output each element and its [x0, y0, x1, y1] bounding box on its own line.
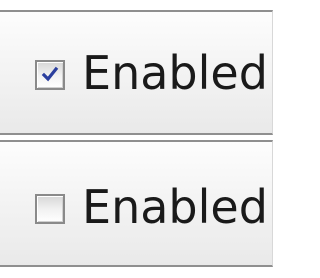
- checkbox-list: Enabled Enabled: [0, 0, 275, 278]
- checkbox-unchecked[interactable]: [35, 194, 65, 224]
- checkbox-checked[interactable]: [35, 60, 65, 90]
- enabled-label: Enabled: [82, 46, 268, 100]
- checkmark-icon: [41, 66, 59, 82]
- enabled-checkbox-row-checked[interactable]: Enabled: [0, 10, 273, 135]
- enabled-checkbox-row-unchecked[interactable]: Enabled: [0, 140, 273, 267]
- enabled-label: Enabled: [82, 180, 268, 234]
